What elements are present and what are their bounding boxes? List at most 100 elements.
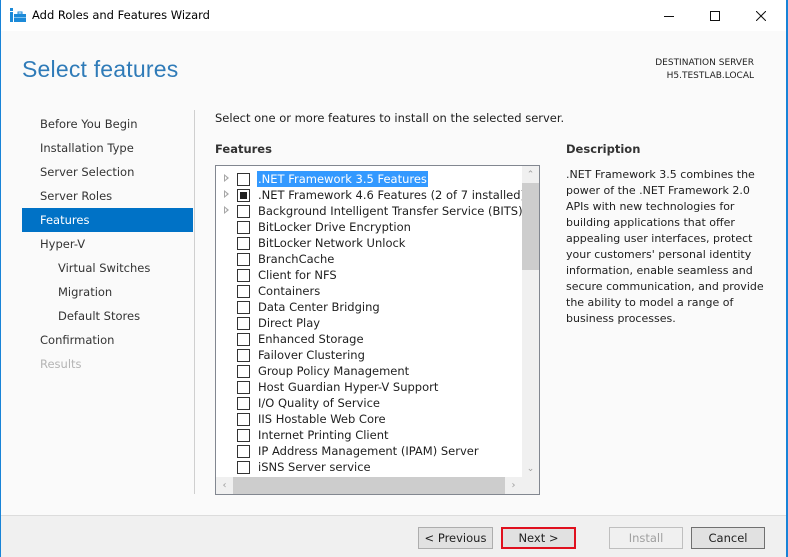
feature-row[interactable]: .NET Framework 3.5 Features [216,171,522,187]
nav-item-default-stores[interactable]: Default Stores [22,304,193,328]
expand-arrow-icon[interactable] [224,206,229,214]
feature-checkbox[interactable] [237,365,250,378]
feature-row[interactable]: Enhanced Storage [216,331,522,347]
feature-label[interactable]: Containers [257,283,321,299]
nav-item-confirmation[interactable]: Confirmation [22,328,193,352]
feature-checkbox[interactable] [237,285,250,298]
vertical-scrollbar[interactable]: ⌃ ⌄ [522,166,539,477]
feature-row[interactable]: BitLocker Drive Encryption [216,219,522,235]
feature-row[interactable]: iSNS Server service [216,459,522,475]
features-list: .NET Framework 3.5 Features .NET Framewor… [216,171,525,475]
scrollbar-corner [522,477,539,494]
feature-row[interactable]: .NET Framework 4.6 Features (2 of 7 inst… [216,187,525,203]
feature-label[interactable]: BitLocker Network Unlock [257,235,406,251]
feature-label[interactable]: Data Center Bridging [257,299,381,315]
nav-item-results: Results [40,357,82,371]
expand-arrow-icon[interactable] [224,174,229,182]
vertical-scroll-thumb[interactable] [522,183,539,270]
window-title: Add Roles and Features Wizard [32,8,210,22]
feature-checkbox[interactable] [237,237,250,250]
title-bar: Add Roles and Features Wizard [1,0,786,31]
feature-label[interactable]: .NET Framework 3.5 Features [257,171,428,187]
feature-label[interactable]: IIS Hostable Web Core [257,411,387,427]
destination-label: DESTINATION SERVER [655,58,754,68]
nav-item-before-you-begin[interactable]: Before You Begin [22,112,193,136]
feature-row[interactable]: IIS Hostable Web Core [216,411,522,427]
feature-checkbox[interactable] [237,253,250,266]
feature-checkbox[interactable] [237,221,250,234]
expand-arrow-icon[interactable] [224,190,229,198]
feature-label[interactable]: Direct Play [257,315,321,331]
maximize-icon [710,10,720,21]
close-button[interactable] [738,0,784,31]
horizontal-scroll-thumb[interactable] [233,477,505,494]
feature-row[interactable]: Group Policy Management [216,363,522,379]
feature-checkbox[interactable] [237,445,250,458]
feature-checkbox[interactable] [237,349,250,362]
feature-label[interactable]: Background Intelligent Transfer Service … [257,203,524,219]
feature-row[interactable]: Background Intelligent Transfer Service … [216,203,524,219]
minimize-button[interactable] [646,0,692,31]
scroll-left-icon[interactable]: ‹ [216,477,233,494]
feature-row[interactable]: BranchCache [216,251,522,267]
feature-label[interactable]: Client for NFS [257,267,338,283]
close-icon [756,10,766,21]
feature-checkbox[interactable] [237,269,250,282]
feature-checkbox[interactable] [237,381,250,394]
feature-checkbox[interactable] [237,205,250,218]
features-heading: Features [215,142,272,156]
feature-label[interactable]: .NET Framework 4.6 Features (2 of 7 inst… [257,187,526,203]
feature-checkbox[interactable] [237,173,250,186]
nav-item-virtual-switches[interactable]: Virtual Switches [22,256,193,280]
feature-label[interactable]: BitLocker Drive Encryption [257,219,412,235]
feature-label[interactable]: IP Address Management (IPAM) Server [257,443,480,459]
feature-label[interactable]: Internet Printing Client [257,427,390,443]
feature-checkbox[interactable] [237,461,250,474]
description-heading: Description [566,142,641,156]
feature-checkbox[interactable] [237,333,250,346]
maximize-button[interactable] [692,0,738,31]
feature-label[interactable]: iSNS Server service [257,459,372,475]
features-tree[interactable]: .NET Framework 3.5 Features .NET Framewor… [215,165,540,495]
nav-item-server-roles[interactable]: Server Roles [22,184,193,208]
nav-item-features[interactable]: Features [22,208,193,232]
feature-row[interactable]: BitLocker Network Unlock [216,235,522,251]
feature-row[interactable]: Internet Printing Client [216,427,522,443]
previous-button[interactable]: < Previous [418,527,493,549]
nav-item-hyper-v[interactable]: Hyper-V [22,232,193,256]
minimize-icon [664,15,674,17]
scroll-right-icon[interactable]: › [505,477,522,494]
scroll-down-icon[interactable]: ⌄ [522,460,539,477]
feature-checkbox[interactable] [237,413,250,426]
feature-row[interactable]: Containers [216,283,522,299]
feature-label[interactable]: Host Guardian Hyper-V Support [257,379,439,395]
feature-row[interactable]: I/O Quality of Service [216,395,522,411]
horizontal-scrollbar[interactable]: ‹ › [216,477,522,494]
feature-checkbox[interactable] [237,429,250,442]
feature-label[interactable]: Failover Clustering [257,347,366,363]
feature-label[interactable]: Group Policy Management [257,363,410,379]
feature-checkbox[interactable] [237,397,250,410]
cancel-button[interactable]: Cancel [691,527,765,549]
feature-checkbox[interactable] [237,317,250,330]
nav-item-installation-type[interactable]: Installation Type [22,136,193,160]
nav-item-migration[interactable]: Migration [22,280,193,304]
feature-row[interactable]: Data Center Bridging [216,299,522,315]
feature-checkbox[interactable] [237,189,250,202]
feature-checkbox[interactable] [237,301,250,314]
feature-row[interactable]: Client for NFS [216,267,522,283]
feature-row[interactable]: Direct Play [216,315,522,331]
feature-label[interactable]: BranchCache [257,251,335,267]
server-manager-icon [10,8,26,22]
scroll-up-icon[interactable]: ⌃ [522,166,539,183]
feature-label[interactable]: Enhanced Storage [257,331,365,347]
feature-label[interactable]: I/O Quality of Service [257,395,381,411]
feature-row[interactable]: IP Address Management (IPAM) Server [216,443,522,459]
nav-item-server-selection[interactable]: Server Selection [22,160,193,184]
nav-divider [194,110,195,494]
feature-row[interactable]: Failover Clustering [216,347,522,363]
install-button[interactable]: Install [609,527,683,549]
feature-row[interactable]: Host Guardian Hyper-V Support [216,379,522,395]
wizard-steps-nav: Before You Begin Installation Type Server … [22,112,193,376]
next-button[interactable]: Next > [501,527,576,549]
